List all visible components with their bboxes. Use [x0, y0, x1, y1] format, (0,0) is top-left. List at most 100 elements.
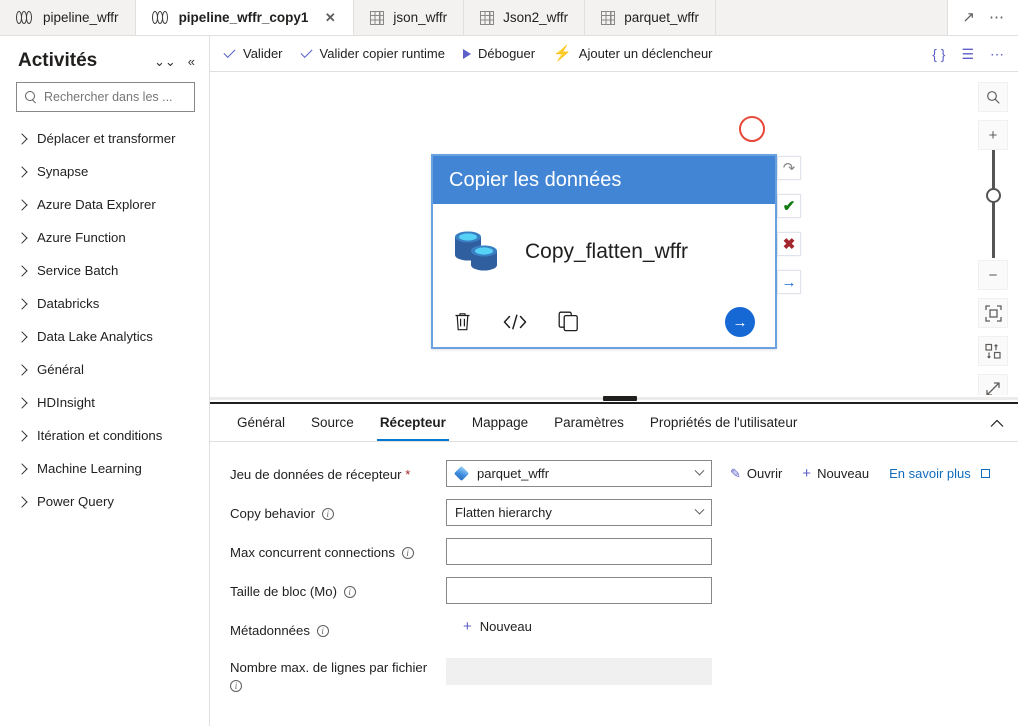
metadata-label-text: Métadonnées	[230, 623, 310, 638]
toolbar-more-icon[interactable]: ⋯	[990, 47, 1004, 61]
learn-more-link[interactable]: En savoir plus	[889, 466, 991, 481]
chevron-right-icon	[16, 264, 28, 277]
tab-pipeline_wffr[interactable]: pipeline_wffr	[0, 0, 136, 35]
zoom-slider-thumb[interactable]	[986, 188, 1001, 203]
chevron-right-icon	[16, 132, 28, 145]
copy-behavior-dropdown[interactable]: Flatten hierarchy	[446, 499, 712, 526]
new-label: Nouveau	[817, 466, 870, 481]
dataset-grid-icon	[370, 10, 385, 25]
info-icon[interactable]: i	[401, 547, 414, 559]
clone-icon[interactable]	[558, 311, 579, 336]
sidebar-item-machine-learning[interactable]: Machine Learning	[0, 452, 209, 485]
zoom-out-button[interactable]: −	[978, 260, 1008, 290]
rerun-upon-skip-icon[interactable]: ↷	[777, 156, 801, 180]
tab-settings[interactable]: Paramètres	[541, 404, 637, 441]
sidebar-item-synapse[interactable]: Synapse	[0, 155, 209, 188]
on-success-icon[interactable]: ✔	[777, 194, 801, 218]
sidebar-item-label: Déplacer et transformer	[37, 131, 176, 146]
tab-parquet_wffr[interactable]: parquet_wffr	[585, 0, 716, 35]
info-icon[interactable]: i	[316, 625, 329, 637]
auto-align-icon[interactable]	[978, 336, 1008, 366]
sink-dataset-label: Jeu de données de récepteur *	[230, 460, 446, 484]
tab-json_wffr[interactable]: json_wffr	[354, 0, 465, 35]
sidebar-item-service-batch[interactable]: Service Batch	[0, 254, 209, 287]
activities-search-box[interactable]	[16, 82, 195, 112]
search-icon	[25, 91, 37, 103]
add-trigger-button[interactable]: ⚡ Ajouter un déclencheur	[553, 46, 712, 61]
sidebar-item-databricks[interactable]: Databricks	[0, 287, 209, 320]
sidebar-item-azure-data-explorer[interactable]: Azure Data Explorer	[0, 188, 209, 221]
add-trigger-label: Ajouter un déclencheur	[578, 46, 713, 61]
open-dataset-button[interactable]: ✎ Ouvrir	[730, 466, 782, 481]
collapse-sidebar-icon[interactable]: «	[188, 55, 195, 68]
activity-body: Copy_flatten_wffr	[433, 204, 775, 300]
copy-data-activity-card[interactable]: Copier les données Copy_flatten_wffr →	[431, 154, 777, 349]
trash-icon[interactable]	[453, 311, 472, 336]
collapse-panel-icon[interactable]	[990, 404, 1004, 442]
tab-user-properties[interactable]: Propriétés de l'utilisateur	[637, 404, 810, 441]
panel-splitter[interactable]	[210, 395, 1018, 404]
info-icon[interactable]: i	[321, 508, 334, 520]
copy-data-database-icon	[451, 229, 503, 275]
panel-tab-strip: Général Source Récepteur Mappage Paramèt…	[210, 404, 1018, 442]
sidebar-item-power-query[interactable]: Power Query	[0, 485, 209, 518]
info-icon[interactable]: i	[230, 680, 242, 693]
search-input[interactable]	[44, 90, 186, 104]
pipeline-toolbar: Valider Valider copier runtime Déboguer …	[210, 36, 1018, 72]
sink-dataset-value: parquet_wffr	[477, 466, 550, 481]
tab-general[interactable]: Général	[224, 404, 298, 441]
debug-button[interactable]: Déboguer	[463, 46, 535, 61]
code-icon[interactable]	[502, 313, 528, 335]
sidebar-item-iteration-conditions[interactable]: Itération et conditions	[0, 419, 209, 452]
max-rows-per-file-label: Nombre max. de lignes par fichier i	[230, 658, 446, 693]
validate-button[interactable]: Valider	[224, 46, 283, 61]
chevron-right-icon	[16, 165, 28, 178]
panel-tab-label: Mappage	[471, 415, 529, 430]
chevron-right-icon	[16, 231, 28, 244]
on-completion-icon[interactable]: →	[777, 270, 801, 294]
sidebar-item-data-lake-analytics[interactable]: Data Lake Analytics	[0, 320, 209, 353]
sidebar-item-label: Power Query	[37, 494, 114, 509]
validate-copy-runtime-button[interactable]: Valider copier runtime	[301, 46, 445, 61]
more-icon[interactable]: ⋯	[989, 10, 1004, 25]
copy-behavior-label-text: Copy behavior	[230, 506, 316, 521]
code-json-icon[interactable]: { }	[932, 47, 945, 61]
new-metadata-button[interactable]: + Nouveau	[463, 616, 532, 634]
sidebar-item-label: Data Lake Analytics	[37, 329, 153, 344]
properties-icon[interactable]: ☰	[961, 47, 974, 61]
plus-icon: +	[802, 465, 812, 482]
tab-label: pipeline_wffr_copy1	[178, 9, 309, 25]
chevron-right-icon	[16, 330, 28, 343]
sidebar-item-label: Machine Learning	[37, 461, 142, 476]
block-size-label-text: Taille de bloc (Mo)	[230, 584, 338, 599]
chevron-right-icon	[16, 396, 28, 409]
copy-behavior-value: Flatten hierarchy	[455, 505, 552, 520]
block-size-input[interactable]	[446, 577, 712, 604]
on-failure-icon[interactable]: ✖	[777, 232, 801, 256]
info-icon[interactable]: i	[343, 586, 356, 598]
zoom-slider[interactable]	[978, 150, 1008, 258]
pipeline-canvas[interactable]: Copier les données Copy_flatten_wffr → ↷…	[210, 72, 1018, 402]
activity-next-arrow-button[interactable]: →	[725, 307, 755, 337]
open-label: Ouvrir	[746, 466, 783, 481]
tab-close-icon[interactable]: ✕	[323, 11, 337, 24]
zoom-to-fit-icon[interactable]	[978, 298, 1008, 328]
sidebar-item-hdinsight[interactable]: HDInsight	[0, 386, 209, 419]
tab-source[interactable]: Source	[298, 404, 367, 441]
sidebar-item-general[interactable]: Général	[0, 353, 209, 386]
panel-tab-label: Général	[237, 415, 286, 430]
max-concurrent-connections-input[interactable]	[446, 538, 712, 565]
tab-Json2_wffr[interactable]: Json2_wffr	[464, 0, 586, 35]
sidebar-item-azure-function[interactable]: Azure Function	[0, 221, 209, 254]
sink-dataset-dropdown[interactable]: parquet_wffr	[446, 460, 712, 487]
tab-pipeline_wffr_copy1[interactable]: pipeline_wffr_copy1 ✕	[135, 0, 355, 35]
splitter-drag-handle[interactable]	[603, 396, 637, 401]
expand-icon[interactable]: ↗	[962, 10, 975, 25]
zoom-search-icon[interactable]	[978, 82, 1008, 112]
zoom-in-button[interactable]: +	[978, 120, 1008, 150]
chevron-double-down-icon[interactable]: ⌄⌄	[154, 55, 176, 68]
tab-mapping[interactable]: Mappage	[459, 404, 541, 441]
new-dataset-button[interactable]: + Nouveau	[802, 466, 869, 481]
sidebar-item-move-transform[interactable]: Déplacer et transformer	[0, 122, 209, 155]
tab-sink[interactable]: Récepteur	[367, 404, 459, 441]
